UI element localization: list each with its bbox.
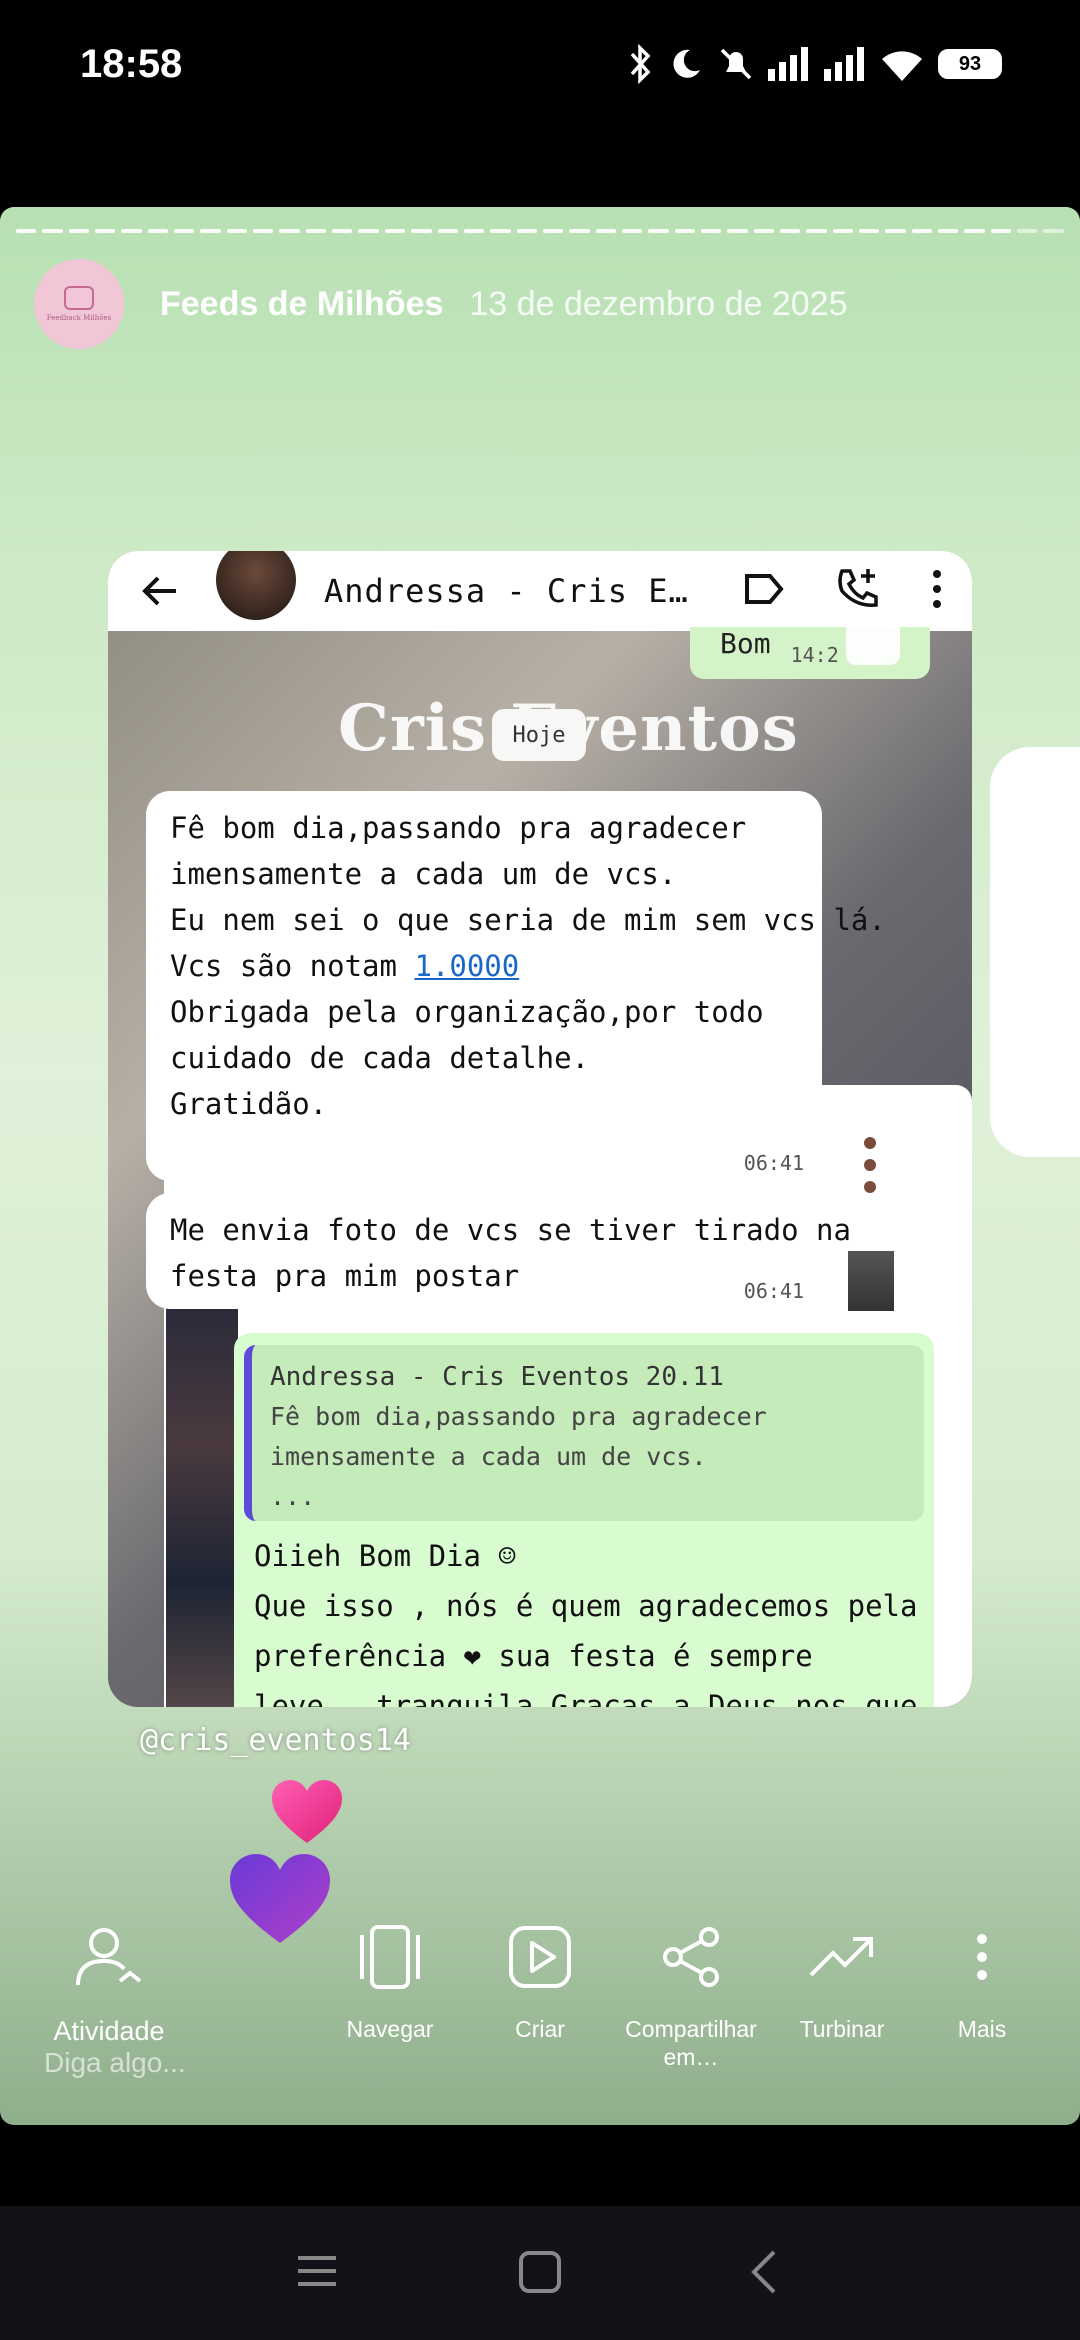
reply-line: Que isso , nós é quem agradecemos pela [254,1589,918,1623]
navigate-label: Navegar [346,2016,434,2042]
quote-author: Andressa - Cris Eventos 20.11 [270,1362,724,1392]
bluetooth-icon [630,44,651,84]
reply-input[interactable]: Diga algo... [44,2047,186,2079]
photo-thumb [848,1251,894,1311]
boost-button[interactable]: Turbinar [780,1907,904,2043]
message-link: 1.0000 [414,949,520,983]
reply-text: Oiieh Bom Dia ☺ Que isso , nós é quem ag… [254,1531,917,1707]
reply-bubble: Andressa - Cris Eventos 20.11 Fê bom dia… [234,1333,934,1707]
reply-line: preferência ❤ sua festa é sempre [254,1639,813,1673]
quoted-message: Andressa - Cris Eventos 20.11 Fê bom dia… [244,1345,924,1521]
avatar[interactable]: Feedback Milhões [34,259,124,349]
message-bubble-2: Me envia foto de vcs se tiver tirado na … [146,1193,851,1309]
message-line: Me envia foto de vcs se tiver tirado na [170,1213,851,1247]
shared-screenshot: Cris Eventos Andressa - Cris E… Bom 14:2… [108,551,972,1707]
message-line: Eu nem sei o que seria de mim sem vcs lá… [170,903,886,937]
more-vertical-icon [977,1934,987,1980]
back-arrow-icon [142,576,176,606]
contact-name: Andressa - Cris E… [324,572,689,610]
message-line: Fê bom dia,passando pra agradecer [170,811,747,845]
home-button[interactable] [518,2250,562,2294]
boost-label: Turbinar [799,2016,885,2042]
message-time: 06:41 [743,1151,804,1175]
battery-indicator: 93 [938,49,1002,79]
more-label: Mais [957,2016,1007,2042]
chat-header: Andressa - Cris E… [108,551,972,631]
chat-header-icons [744,567,942,611]
story-progress [16,229,1064,235]
message-line: imensamente a cada um de vcs. [170,857,677,891]
activity-icon [76,1928,142,1986]
story-viewer[interactable]: Feedback Milhões Feeds de Milhões 13 de … [0,207,1080,2125]
mute-bell-icon [720,48,752,80]
trending-up-icon [809,1937,873,1977]
story-date: 13 de dezembro de 2025 [469,284,848,323]
create-icon [509,1926,571,1988]
next-story-peek[interactable] [990,747,1080,1157]
chat-bubble-icon [64,286,94,310]
moon-icon [673,49,700,78]
wifi-icon [882,51,922,81]
share-icon [663,1927,719,1987]
message-bubble-1: Fê bom dia,passando pra agradecer imensa… [146,791,886,1181]
system-nav-bar [0,2206,1080,2340]
heart-icon [272,1780,342,1843]
date-chip: Hoje [492,709,586,761]
avatar-brand: Feedback Milhões [46,314,112,322]
quote-text: Fê bom dia,passando pra agradecer imensa… [270,1402,767,1511]
signal-icon [768,47,808,81]
message-line-link: Vcs são notam 1.0000 [170,949,520,983]
message-line: festa pra mim postar [170,1259,520,1293]
overlay-square [846,611,900,665]
status-time: 18:58 [80,42,183,86]
share-button[interactable]: Compartilhar em… [614,1907,768,2071]
message-time: 06:41 [743,1279,804,1303]
recents-button[interactable] [296,2250,338,2292]
create-label: Criar [515,2016,565,2042]
story-header[interactable]: Feedback Milhões Feeds de Milhões 13 de … [34,259,847,349]
reply-line: Oiieh Bom Dia ☺ [254,1539,516,1573]
label-icon [745,574,784,604]
reply-line: leve , tranquila Graças a Deus nos que [254,1689,918,1707]
more-vertical-icon [933,570,941,608]
status-icons: 93 [628,44,1002,84]
navigate-button[interactable]: Navegar [320,1907,460,2043]
previous-message-text: Bom [720,627,771,660]
signal-icon-2 [824,47,864,81]
previous-message-time: 14:2 [790,643,839,667]
story-username[interactable]: Feeds de Milhões [160,285,443,324]
share-label: Compartilhar em… [625,2016,757,2070]
activity-button[interactable]: Atividade [24,1907,194,2045]
mention-sticker[interactable]: @cris_eventos14 [140,1723,411,1758]
more-button[interactable]: Mais [930,1907,1034,2043]
contact-avatar [216,551,296,620]
status-bar: 18:58 93 [0,0,1080,130]
message-line: Obrigada pela organização,por todo [170,995,764,1029]
navigate-icon [360,1925,420,1989]
activity-label: Atividade [53,2016,165,2046]
create-button[interactable]: Criar [480,1907,600,2043]
add-call-icon [838,569,878,607]
message-line: cuidado de cada detalhe. [170,1041,590,1075]
photo-strip [166,1303,238,1707]
back-button[interactable] [748,2250,778,2294]
message-line: Gratidão. [170,1087,328,1121]
dots-icon [864,1137,876,1203]
